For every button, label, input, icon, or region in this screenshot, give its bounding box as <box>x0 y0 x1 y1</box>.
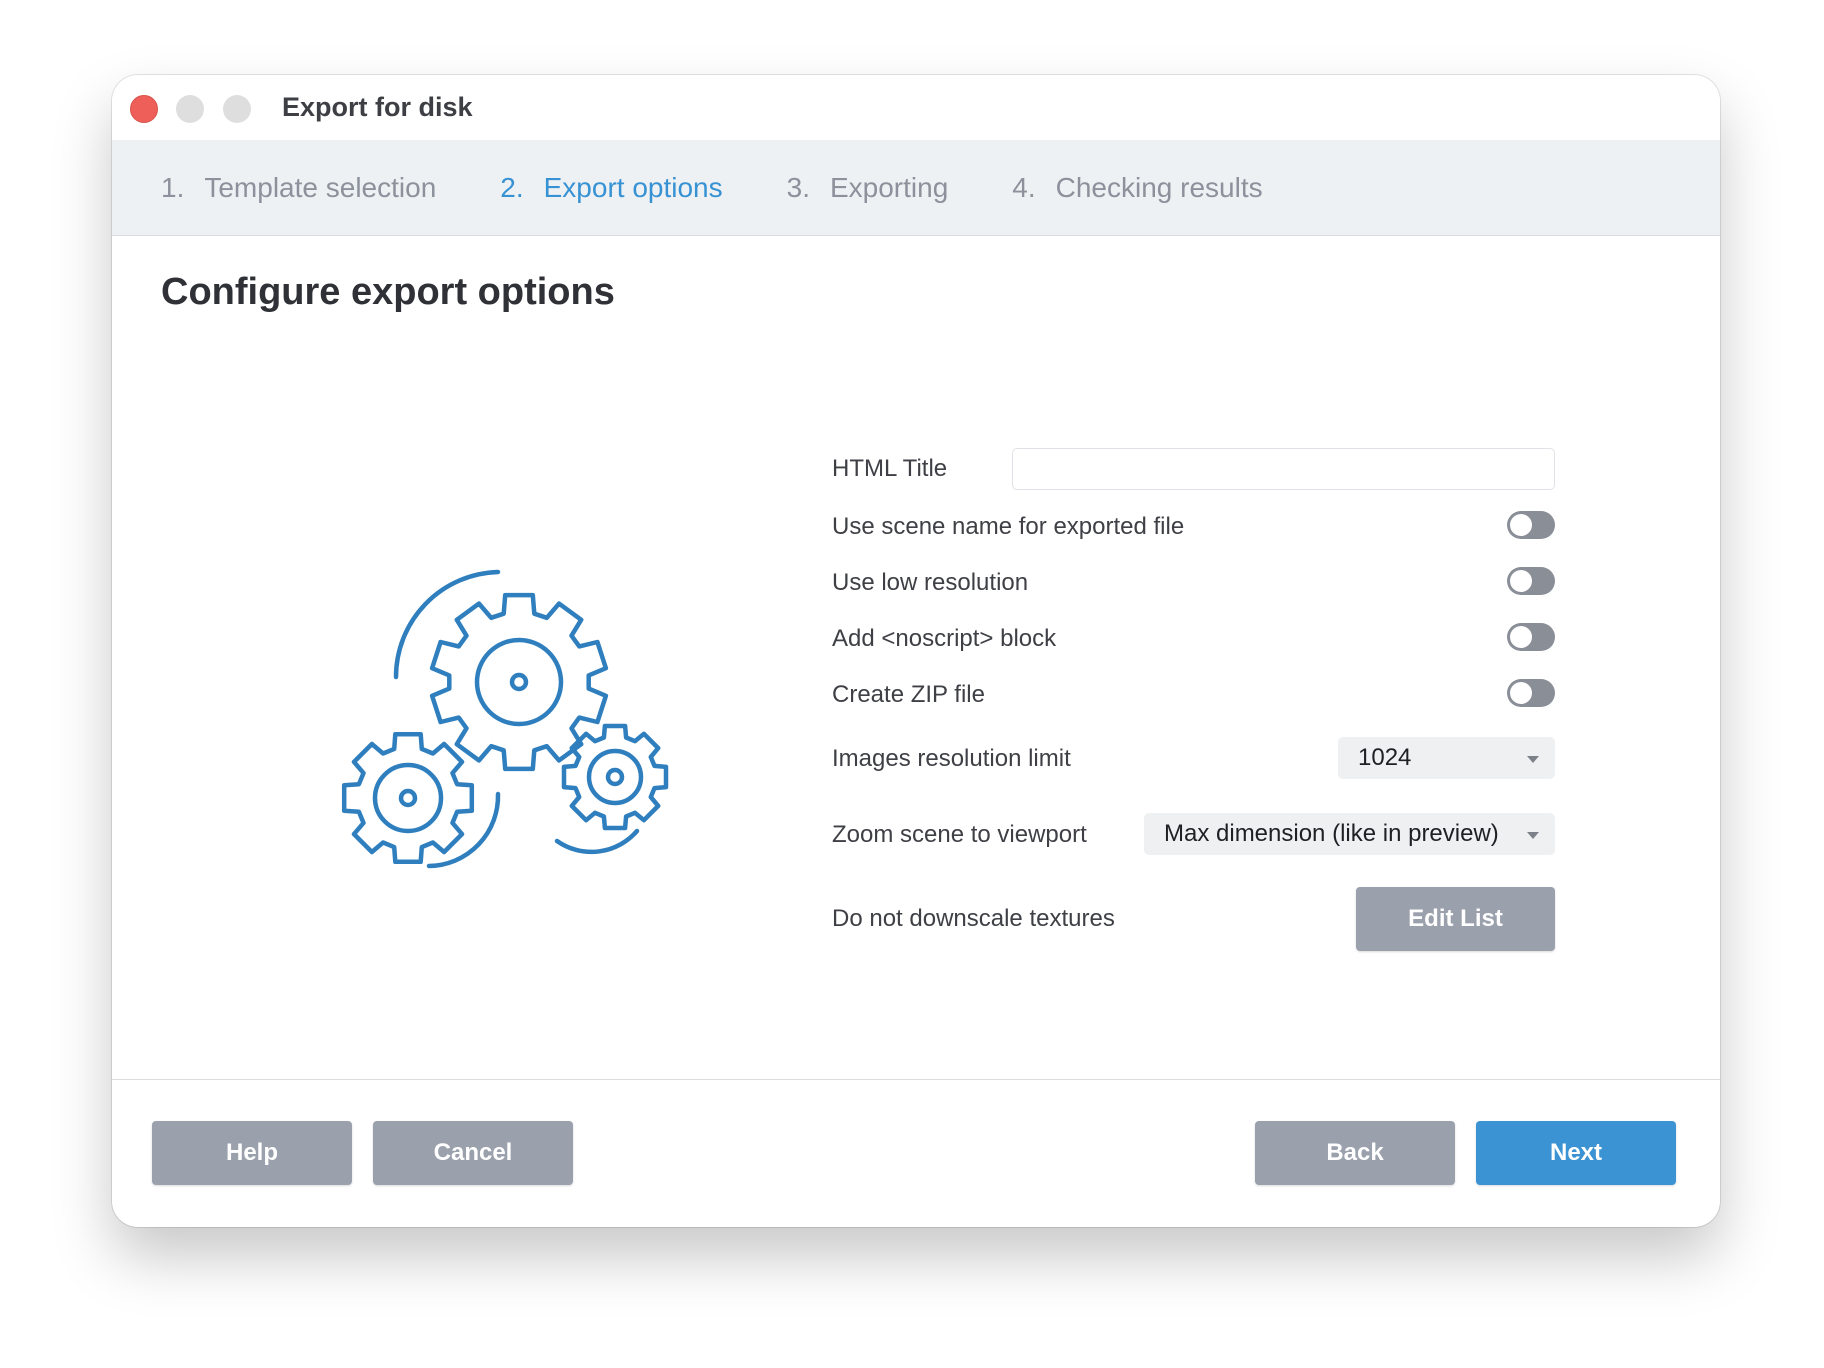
step-exporting: 3. Exporting <box>787 172 949 204</box>
selected-value: 1024 <box>1358 744 1412 771</box>
step-export-options: 2. Export options <box>500 172 722 204</box>
step-label: Template selection <box>204 171 437 203</box>
step-number: 4. <box>1012 171 1036 203</box>
create-zip-label: Create ZIP file <box>832 681 985 708</box>
step-template-selection: 1. Template selection <box>161 172 436 204</box>
add-noscript-row: Add <noscript> block <box>832 623 1557 653</box>
toggle-knob <box>1510 570 1532 592</box>
left-gear-icon <box>341 731 475 865</box>
chevron-down-icon <box>1527 756 1539 763</box>
toggle-knob <box>1510 626 1532 648</box>
create-zip-row: Create ZIP file <box>832 679 1557 709</box>
create-zip-toggle[interactable] <box>1507 679 1555 707</box>
back-button[interactable]: Back <box>1255 1121 1455 1185</box>
next-button[interactable]: Next <box>1476 1121 1676 1185</box>
use-scene-name-row: Use scene name for exported file <box>832 511 1557 541</box>
zoom-scene-select[interactable]: Max dimension (like in preview) <box>1144 813 1555 855</box>
edit-list-button[interactable]: Edit List <box>1356 887 1555 951</box>
page-title: Configure export options <box>161 271 615 313</box>
step-label: Export options <box>543 171 723 203</box>
help-button[interactable]: Help <box>152 1121 352 1185</box>
step-checking-results: 4. Checking results <box>1012 172 1262 204</box>
add-noscript-label: Add <noscript> block <box>832 625 1057 652</box>
toggle-knob <box>1510 682 1532 704</box>
step-number: 3. <box>786 171 810 203</box>
use-scene-name-toggle[interactable] <box>1507 511 1555 539</box>
chevron-down-icon <box>1527 832 1539 839</box>
images-resolution-label: Images resolution limit <box>832 745 1071 772</box>
images-resolution-row: Images resolution limit 1024 <box>832 737 1557 782</box>
right-gear-icon <box>561 723 669 831</box>
cancel-button[interactable]: Cancel <box>373 1121 573 1185</box>
do-not-downscale-label: Do not downscale textures <box>832 905 1115 932</box>
close-window-button[interactable] <box>130 95 158 123</box>
do-not-downscale-row: Do not downscale textures Edit List <box>832 887 1557 951</box>
images-resolution-select[interactable]: 1024 <box>1338 737 1555 779</box>
title-bar: Export for disk <box>112 75 1720 141</box>
use-scene-name-label: Use scene name for exported file <box>832 513 1185 540</box>
export-dialog-window: Export for disk 1. Template selection 2.… <box>112 75 1720 1227</box>
gears-icon <box>341 569 669 869</box>
wizard-steps: 1. Template selection 2. Export options … <box>112 140 1720 236</box>
use-low-resolution-label: Use low resolution <box>832 569 1029 596</box>
footer-divider <box>112 1079 1720 1080</box>
use-low-resolution-toggle[interactable] <box>1507 567 1555 595</box>
html-title-row: HTML Title <box>832 448 1557 493</box>
step-label: Checking results <box>1055 171 1263 203</box>
step-number: 1. <box>161 171 185 203</box>
use-low-resolution-row: Use low resolution <box>832 567 1557 597</box>
window-title: Export for disk <box>282 92 473 122</box>
maximize-window-button[interactable] <box>223 95 251 123</box>
zoom-scene-row: Zoom scene to viewport Max dimension (li… <box>832 813 1557 858</box>
step-number: 2. <box>500 171 524 203</box>
html-title-input[interactable] <box>1012 448 1555 490</box>
minimize-window-button[interactable] <box>176 95 204 123</box>
html-title-label: HTML Title <box>832 455 948 482</box>
toggle-knob <box>1510 514 1532 536</box>
zoom-scene-label: Zoom scene to viewport <box>832 821 1087 848</box>
add-noscript-toggle[interactable] <box>1507 623 1555 651</box>
selected-value: Max dimension (like in preview) <box>1164 820 1499 847</box>
step-label: Exporting <box>829 171 949 203</box>
